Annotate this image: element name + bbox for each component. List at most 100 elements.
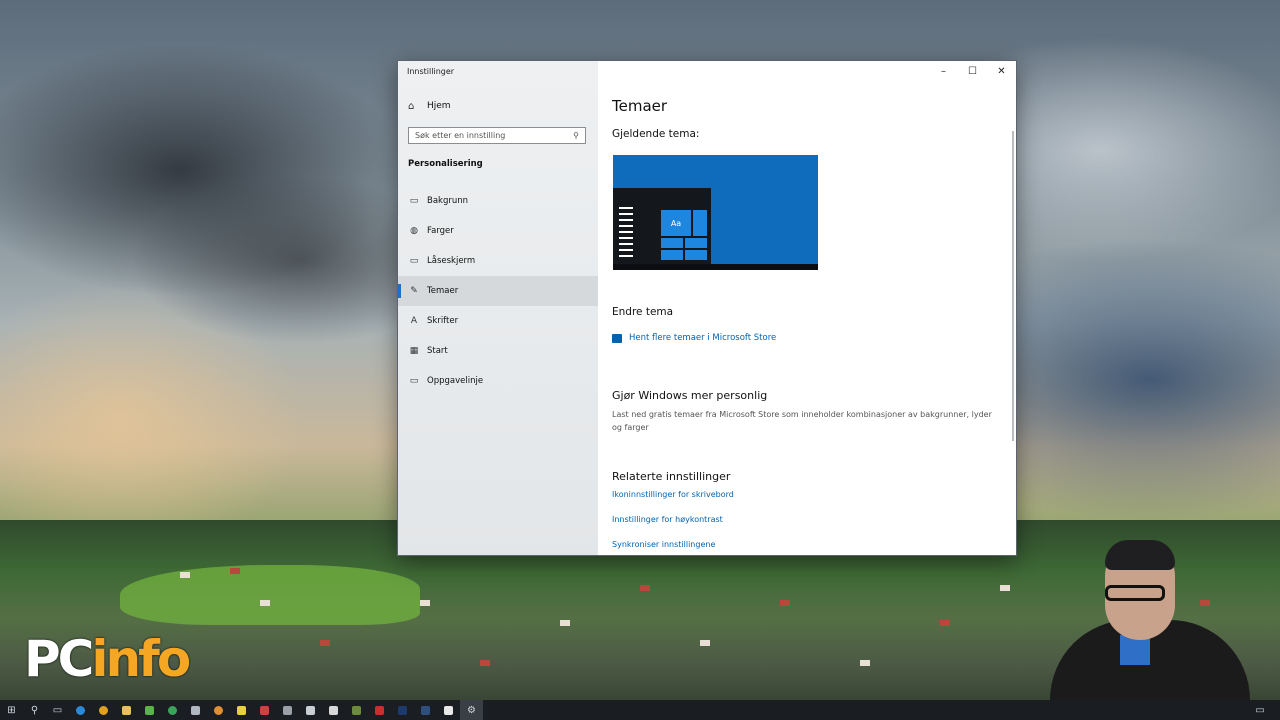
sidebar-item-bakgrunn[interactable]: ▭ Bakgrunn <box>398 186 598 216</box>
store-link-text: Hent flere temaer i Microsoft Store <box>629 333 777 343</box>
related-link-sync[interactable]: Synkroniser innstillingene <box>612 540 715 549</box>
wallpaper-house <box>560 620 570 626</box>
lockscreen-icon: ▭ <box>409 256 419 266</box>
edge-icon[interactable] <box>69 700 92 720</box>
search-icon[interactable]: ⚲ <box>23 700 46 720</box>
notification-icon[interactable]: ▭ <box>1240 700 1280 720</box>
preview-tile <box>685 238 707 248</box>
logo-info-text: info <box>91 630 191 688</box>
preview-line <box>619 213 633 215</box>
app-icon[interactable] <box>230 700 253 720</box>
settings-gear-icon[interactable]: ⚙ <box>460 700 483 720</box>
sidebar-item-label: Start <box>427 346 448 356</box>
sidebar-item-laseskjerm[interactable]: ▭ Låseskjerm <box>398 246 598 276</box>
preview-taskbar <box>613 264 818 270</box>
preview-tile <box>685 250 707 260</box>
personalize-heading: Gjør Windows mer personlig <box>612 389 768 402</box>
palette-icon: ◍ <box>410 226 418 236</box>
taskbar-icon: ▭ <box>409 376 419 386</box>
preview-tile <box>661 238 683 248</box>
desktop-wallpaper-field <box>120 565 420 625</box>
font-icon: A <box>410 316 418 326</box>
wallpaper-house <box>230 568 240 574</box>
preview-line <box>619 237 633 239</box>
theme-preview[interactable]: Aa <box>613 155 818 270</box>
presenter-glasses <box>1105 585 1165 601</box>
task-view-icon[interactable]: ▭ <box>46 700 69 720</box>
app-icon[interactable] <box>414 700 437 720</box>
window-title: Innstillinger <box>407 67 455 76</box>
wallpaper-house <box>700 640 710 646</box>
mail-icon[interactable] <box>299 700 322 720</box>
sidebar-item-farger[interactable]: ◍ Farger <box>398 216 598 246</box>
preview-line <box>619 231 633 233</box>
app-icon[interactable] <box>322 700 345 720</box>
content-scrollbar[interactable] <box>1012 131 1014 441</box>
preview-line <box>619 249 633 251</box>
sidebar-item-label: Bakgrunn <box>427 196 469 206</box>
settings-search-input[interactable] <box>415 131 565 140</box>
home-icon: ⌂ <box>408 100 415 112</box>
app-icon[interactable] <box>368 700 391 720</box>
sidebar-item-oppgavelinje[interactable]: ▭ Oppgavelinje <box>398 366 598 396</box>
sidebar-item-label: Temaer <box>427 286 459 296</box>
sidebar-item-temaer[interactable]: ✎ Temaer <box>398 276 598 306</box>
preview-line <box>619 255 633 257</box>
wallpaper-house <box>640 585 650 591</box>
related-link-contrast[interactable]: Innstillinger for høykontrast <box>612 515 723 524</box>
store-icon <box>612 333 622 343</box>
home-nav[interactable]: ⌂ Hjem <box>408 99 451 113</box>
wallpaper-house <box>860 660 870 666</box>
sidebar-item-label: Låseskjerm <box>427 256 476 266</box>
sidebar-item-start[interactable]: ▦ Start <box>398 336 598 366</box>
wallpaper-house <box>260 600 270 606</box>
logo-pc-text: PC <box>24 630 94 688</box>
start-icon: ▦ <box>409 346 419 356</box>
taskbar: ⊞ ⚲ ▭ ⚙ ▭ <box>0 700 1280 720</box>
wallpaper-house <box>780 600 790 606</box>
personalize-description: Last ned gratis temaer fra Microsoft Sto… <box>612 410 992 432</box>
windows-start-icon[interactable]: ⊞ <box>0 700 23 720</box>
preview-tile <box>693 210 707 236</box>
home-label: Hjem <box>427 101 451 111</box>
preview-tile <box>661 250 683 260</box>
preview-tile-aa: Aa <box>661 210 691 236</box>
change-theme-heading: Endre tema <box>612 306 674 318</box>
app-icon[interactable] <box>161 700 184 720</box>
image-icon: ▭ <box>409 196 419 206</box>
chrome-icon[interactable] <box>92 700 115 720</box>
settings-search-box[interactable]: ⚲ <box>408 127 586 144</box>
settings-sidebar: Innstillinger ⌂ Hjem ⚲ Personalisering ▭… <box>398 61 598 555</box>
related-settings-heading: Relaterte innstillinger <box>612 470 731 483</box>
sidebar-item-label: Farger <box>427 226 454 236</box>
preview-line <box>619 243 633 245</box>
store-link[interactable]: Hent flere temaer i Microsoft Store <box>612 333 776 343</box>
preview-line <box>619 225 633 227</box>
brush-icon: ✎ <box>410 286 418 296</box>
sidebar-item-skrifter[interactable]: A Skrifter <box>398 306 598 336</box>
app-icon[interactable] <box>253 700 276 720</box>
section-title: Personalisering <box>408 159 483 169</box>
wallpaper-house <box>480 660 490 666</box>
preview-line <box>619 207 633 209</box>
store-icon[interactable] <box>437 700 460 720</box>
sidebar-item-label: Skrifter <box>427 316 459 326</box>
current-theme-label: Gjeldende tema: <box>612 128 700 140</box>
app-icon[interactable] <box>184 700 207 720</box>
app-icon[interactable] <box>138 700 161 720</box>
pcinfo-logo: PCinfo <box>24 630 191 690</box>
wallpaper-house <box>320 640 330 646</box>
search-icon[interactable]: ⚲ <box>573 131 579 140</box>
related-link-icons[interactable]: Ikoninnstillinger for skrivebord <box>612 490 734 499</box>
app-icon[interactable] <box>345 700 368 720</box>
app-icon[interactable] <box>276 700 299 720</box>
app-icon[interactable] <box>207 700 230 720</box>
file-explorer-icon[interactable] <box>115 700 138 720</box>
wallpaper-house <box>940 620 950 626</box>
presenter-hair <box>1105 540 1175 570</box>
sidebar-item-label: Oppgavelinje <box>427 376 484 386</box>
sidebar-nav: ▭ Bakgrunn ◍ Farger ▭ Låseskjerm ✎ Temae… <box>398 186 598 396</box>
settings-content: Temaer Gjeldende tema: Aa Endre tema Hen… <box>612 61 1002 555</box>
settings-window: Innstillinger ⌂ Hjem ⚲ Personalisering ▭… <box>398 61 1016 555</box>
photoshop-icon[interactable] <box>391 700 414 720</box>
